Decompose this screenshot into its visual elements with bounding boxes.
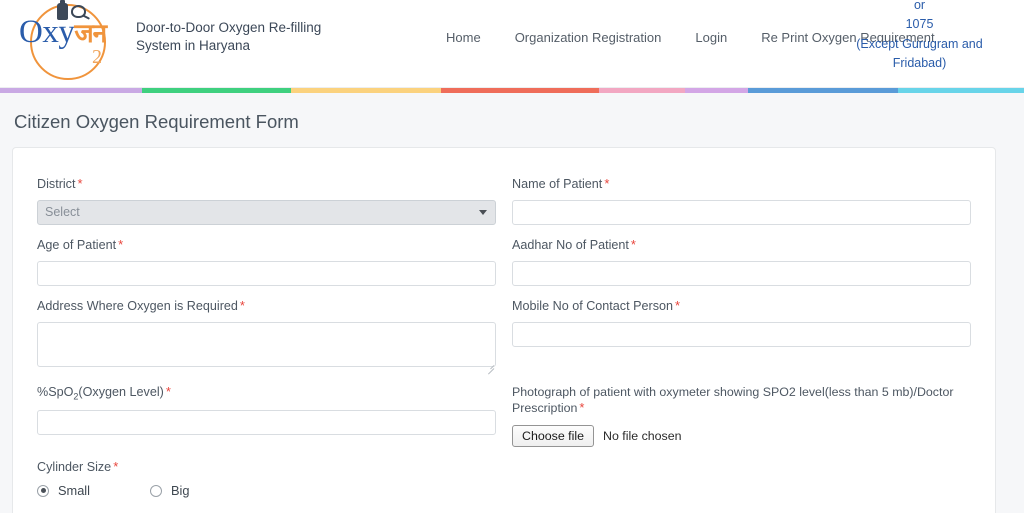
required-asterisk: * [113, 459, 119, 475]
radio-button-big-icon[interactable] [150, 484, 162, 497]
helpline-or-text: or [913, 0, 926, 12]
label-district-text: District [37, 177, 76, 191]
helpline-block: or 1075 (Except Gurugram and Fridabad) [837, 0, 1002, 74]
logo-text-jan: जन [74, 19, 107, 49]
citizen-oxygen-requirement-form-card: District * Select Name of Patient * Age of… [12, 147, 996, 513]
field-address: Address Where Oxygen is Required * [37, 298, 496, 375]
form-row-1: District * Select Name of Patient * [37, 176, 971, 237]
form-row-5: Cylinder Size * Small Big [37, 459, 971, 510]
radio-button-small-icon[interactable] [37, 484, 49, 497]
label-mobile-no-text: Mobile No of Contact Person [512, 298, 674, 313]
label-age-of-patient-text: Age of Patient [37, 237, 117, 252]
page-title: Citizen Oxygen Requirement Form [14, 111, 299, 132]
label-cylinder-size-text: Cylinder Size [37, 460, 112, 475]
field-cylinder-size: Cylinder Size * Small Big [37, 459, 496, 498]
chevron-down-icon [479, 210, 487, 216]
form-col-right-2: Aadhar No of Patient * [504, 237, 971, 298]
file-status-text: No file chosen [603, 429, 682, 444]
field-aadhar-no-of-patient: Aadhar No of Patient * [512, 237, 971, 286]
form-row-3: Address Where Oxygen is Required * Mobile… [37, 298, 971, 384]
radio-option-big[interactable]: Big [150, 483, 190, 498]
required-asterisk: * [630, 236, 636, 252]
aadhar-no-of-patient-input[interactable] [512, 260, 971, 286]
form-col-right-3: Mobile No of Contact Person * [504, 298, 971, 384]
mobile-no-of-contact-person-input[interactable] [512, 321, 971, 347]
age-of-patient-input[interactable] [37, 260, 496, 286]
field-age-of-patient: Age of Patient * [37, 237, 496, 286]
address-textarea-wrap [37, 321, 496, 375]
form-col-left-1: District * Select [37, 176, 504, 237]
label-cylinder-size: Cylinder Size * [37, 459, 496, 476]
stripe-segment-2 [291, 88, 442, 93]
form-col-right-4: Photograph of patient with oxymeter show… [504, 384, 971, 460]
label-aadhar-no-of-patient: Aadhar No of Patient * [512, 237, 971, 254]
radio-label-small: Small [58, 483, 90, 499]
decorative-color-stripe [0, 88, 1024, 93]
brand-tagline: Door-to-Door Oxygen Re-filling System in… [136, 20, 322, 54]
form-col-left-4: %SpO2(Oxygen Level) * [37, 384, 504, 460]
label-mobile-no: Mobile No of Contact Person * [512, 298, 971, 315]
helpline-note: (Except Gurugram and Fridabad) [856, 36, 983, 71]
site-header: Oxyजन 2 Door-to-Door Oxygen Re-filling S… [0, 0, 1024, 88]
form-col-right-1: Name of Patient * [504, 176, 971, 237]
page-body: Citizen Oxygen Requirement Form District… [0, 93, 1024, 513]
label-name-of-patient-text: Name of Patient [512, 177, 603, 191]
form-col-left-2: Age of Patient * [37, 237, 504, 298]
stripe-segment-0 [0, 88, 142, 93]
required-asterisk: * [675, 297, 681, 313]
stripe-segment-4 [598, 88, 686, 93]
file-input-row: Choose file No file chosen [512, 424, 971, 448]
nav-item-organization-registration[interactable]: Organization Registration [498, 30, 679, 45]
nav-item-home[interactable]: Home [429, 30, 498, 45]
stripe-segment-1 [141, 88, 292, 93]
stripe-segment-7 [897, 88, 1024, 93]
form-col-left-5: Cylinder Size * Small Big [37, 459, 504, 510]
required-asterisk: * [77, 176, 83, 191]
required-asterisk: * [118, 236, 124, 252]
logo-wordmark: Oxyजन [19, 14, 107, 50]
district-select[interactable]: Select [37, 199, 496, 225]
label-name-of-patient: Name of Patient * [512, 176, 971, 193]
radio-option-small[interactable]: Small [37, 483, 90, 498]
field-name-of-patient: Name of Patient * [512, 176, 971, 225]
field-spo2: %SpO2(Oxygen Level) * [37, 384, 496, 435]
nav-item-login[interactable]: Login [678, 30, 744, 45]
name-of-patient-input[interactable] [512, 199, 971, 225]
label-district: District * [37, 176, 496, 193]
required-asterisk: * [604, 176, 610, 191]
site-logo[interactable]: Oxyजन 2 [16, 0, 128, 82]
form-row-2: Age of Patient * Aadhar No of Patient * [37, 237, 971, 298]
field-photograph-upload: Photograph of patient with oxymeter show… [512, 384, 971, 448]
stripe-segment-6 [748, 88, 898, 93]
district-select-value: Select [45, 205, 80, 220]
stripe-segment-5 [685, 88, 749, 93]
field-district: District * Select [37, 176, 496, 225]
choose-file-button[interactable]: Choose file [512, 424, 594, 448]
label-address-text: Address Where Oxygen is Required [37, 298, 238, 313]
cylinder-size-radio-group: Small Big [37, 483, 496, 498]
label-aadhar-no-text: Aadhar No of Patient [512, 237, 629, 252]
address-textarea[interactable] [37, 321, 496, 367]
form-row-4: %SpO2(Oxygen Level) * Photograph of patie… [37, 384, 971, 460]
logo-text-oxy: Oxy [19, 14, 75, 50]
stripe-segment-3 [441, 88, 599, 93]
label-spo2: %SpO2(Oxygen Level) * [37, 384, 496, 403]
field-mobile-no: Mobile No of Contact Person * [512, 298, 971, 347]
label-age-of-patient: Age of Patient * [37, 237, 496, 254]
label-spo2-prefix: %SpO [37, 384, 74, 399]
label-address: Address Where Oxygen is Required * [37, 298, 496, 315]
radio-label-big: Big [171, 483, 190, 499]
spo2-input[interactable] [37, 409, 496, 435]
label-photograph-upload: Photograph of patient with oxymeter show… [512, 384, 971, 417]
label-spo2-suffix: (Oxygen Level) [78, 384, 164, 399]
form-col-right-5 [504, 459, 971, 510]
required-asterisk: * [579, 399, 585, 415]
logo-subscript-two: 2 [92, 46, 102, 68]
form-col-left-3: Address Where Oxygen is Required * [37, 298, 504, 384]
required-asterisk: * [239, 297, 245, 313]
helpline-number[interactable]: 1075 [837, 15, 1002, 34]
required-asterisk: * [165, 383, 171, 399]
